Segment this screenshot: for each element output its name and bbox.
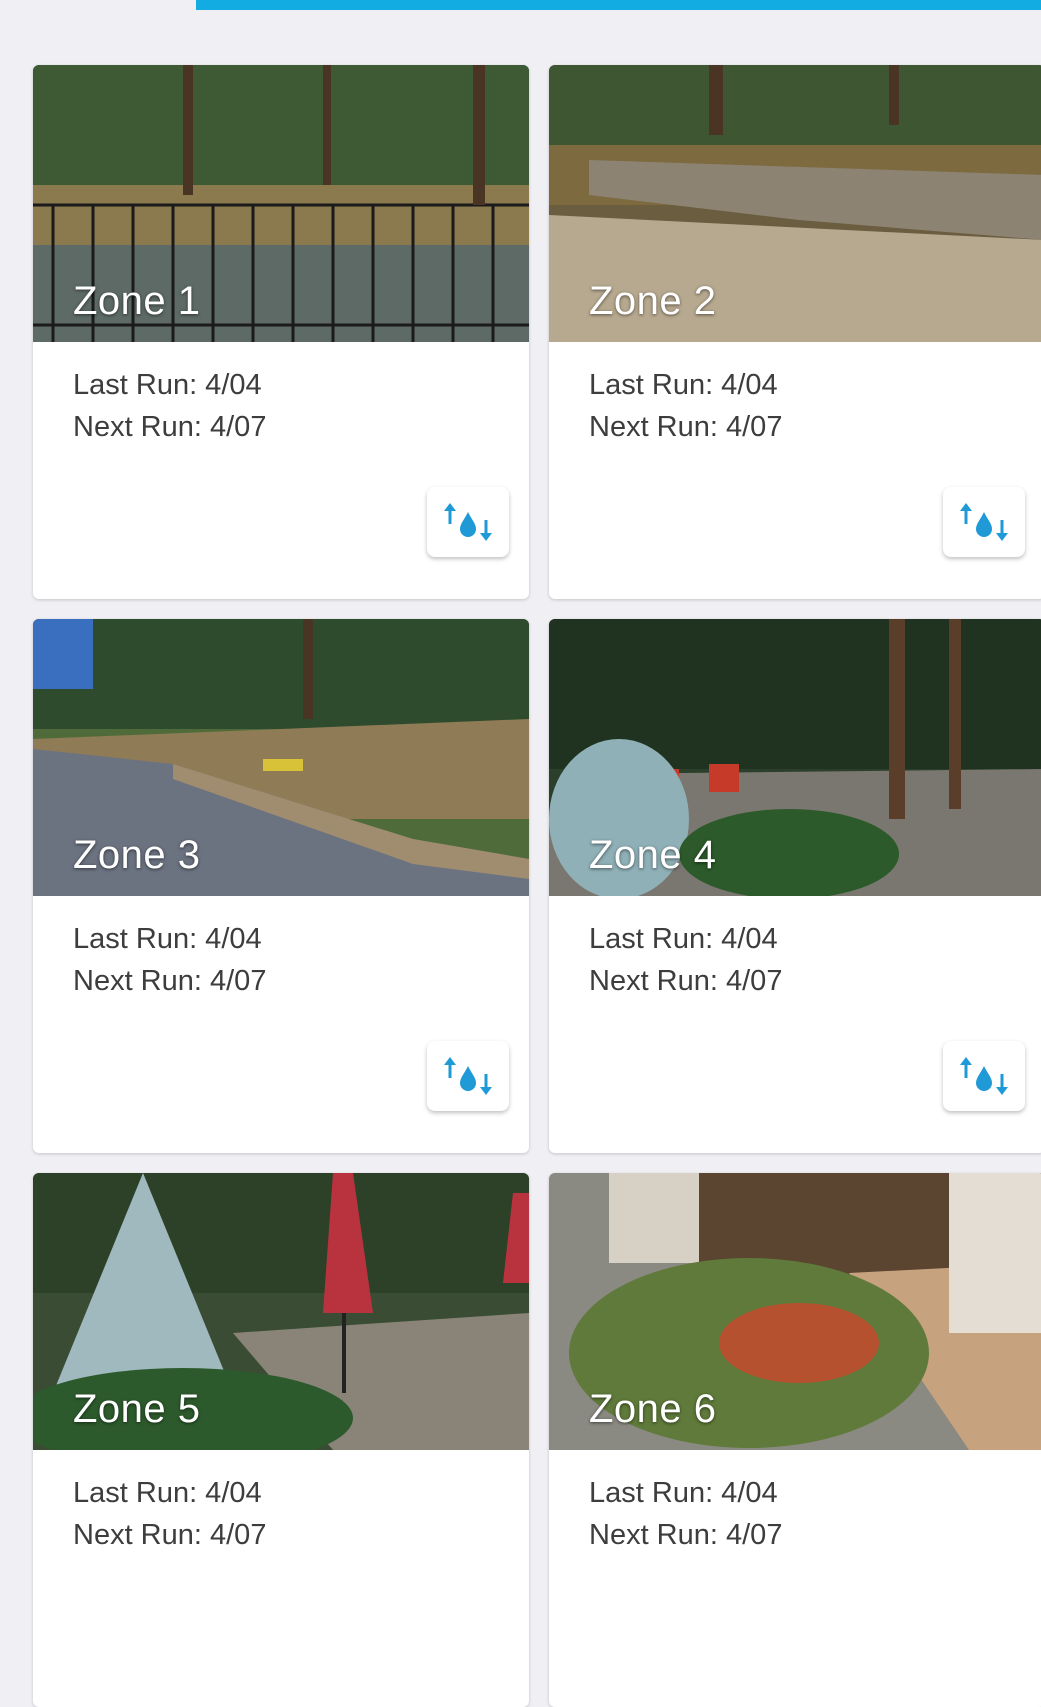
water-adjust-button[interactable] bbox=[427, 487, 509, 557]
zone-photo: Zone 3 bbox=[33, 619, 529, 896]
zone-photo: Zone 2 bbox=[549, 65, 1041, 342]
zone-photo: Zone 6 bbox=[549, 1173, 1041, 1450]
next-run-text: Next Run: 4/07 bbox=[589, 1519, 783, 1551]
last-run-text: Last Run: 4/04 bbox=[73, 369, 262, 401]
water-drop-up-down-arrows-icon bbox=[444, 1057, 492, 1095]
last-run-text: Last Run: 4/04 bbox=[589, 923, 778, 955]
zone-title: Zone 6 bbox=[589, 1387, 717, 1431]
next-run-text: Next Run: 4/07 bbox=[73, 411, 267, 443]
water-adjust-button[interactable] bbox=[427, 1041, 509, 1111]
zone-card[interactable]: Zone 6 Last Run: 4/04 Next Run: 4/07 bbox=[549, 1173, 1041, 1707]
water-drop-up-down-arrows-icon bbox=[444, 503, 492, 541]
last-run-text: Last Run: 4/04 bbox=[589, 1477, 778, 1509]
zone-title: Zone 3 bbox=[73, 833, 201, 877]
zone-card[interactable]: Zone 2 Last Run: 4/04 Next Run: 4/07 bbox=[549, 65, 1041, 599]
zone-photo: Zone 4 bbox=[549, 619, 1041, 896]
next-run-text: Next Run: 4/07 bbox=[589, 411, 783, 443]
next-run-text: Next Run: 4/07 bbox=[589, 965, 783, 997]
last-run-text: Last Run: 4/04 bbox=[73, 1477, 262, 1509]
zone-card[interactable]: Zone 1 Last Run: 4/04 Next Run: 4/07 bbox=[33, 65, 529, 599]
water-drop-up-down-arrows-icon bbox=[960, 1057, 1008, 1095]
zone-title: Zone 4 bbox=[589, 833, 717, 877]
zone-card[interactable]: Zone 5 Last Run: 4/04 Next Run: 4/07 bbox=[33, 1173, 529, 1707]
zone-card[interactable]: Zone 4 Last Run: 4/04 Next Run: 4/07 bbox=[549, 619, 1041, 1153]
water-adjust-button[interactable] bbox=[943, 1041, 1025, 1111]
zone-title: Zone 1 bbox=[73, 279, 201, 323]
zone-photo: Zone 1 bbox=[33, 65, 529, 342]
header-accent-bar bbox=[196, 0, 1041, 10]
next-run-text: Next Run: 4/07 bbox=[73, 965, 267, 997]
water-drop-up-down-arrows-icon bbox=[960, 503, 1008, 541]
last-run-text: Last Run: 4/04 bbox=[73, 923, 262, 955]
last-run-text: Last Run: 4/04 bbox=[589, 369, 778, 401]
zone-card[interactable]: Zone 3 Last Run: 4/04 Next Run: 4/07 bbox=[33, 619, 529, 1153]
zone-photo: Zone 5 bbox=[33, 1173, 529, 1450]
water-adjust-button[interactable] bbox=[943, 487, 1025, 557]
zone-title: Zone 2 bbox=[589, 279, 717, 323]
next-run-text: Next Run: 4/07 bbox=[73, 1519, 267, 1551]
zone-title: Zone 5 bbox=[73, 1387, 201, 1431]
